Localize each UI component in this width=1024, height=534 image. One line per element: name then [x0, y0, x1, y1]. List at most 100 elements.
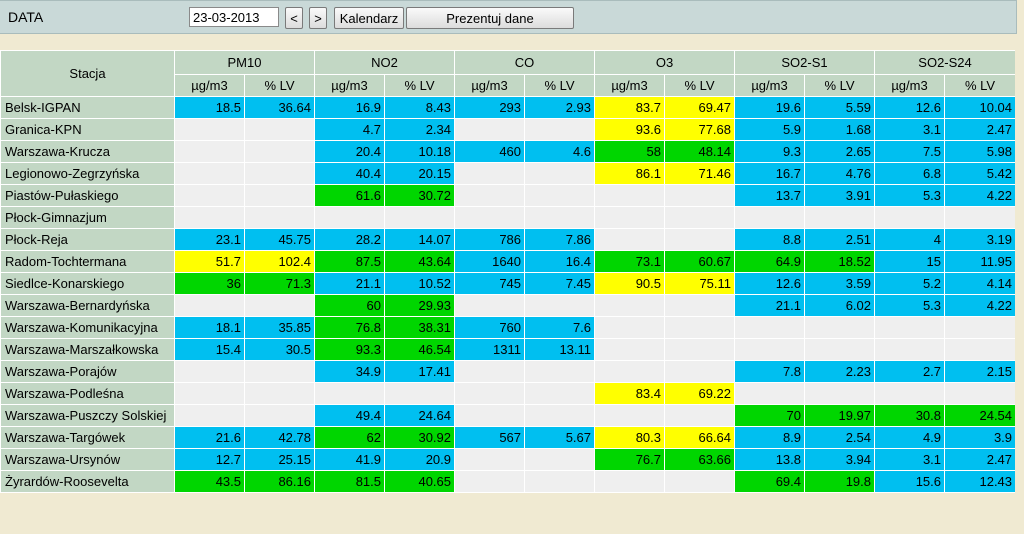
- concentration-cell: [454, 360, 526, 383]
- concentration-cell: 70: [734, 404, 806, 427]
- concentration-cell: 34.9: [314, 360, 385, 383]
- date-label: DATA: [8, 9, 44, 25]
- concentration-cell: 21.1: [314, 272, 385, 295]
- table-row: Żyrardów-Roosevelta 43.5 86.16 81.5 40.65 69.…: [0, 470, 1015, 493]
- percent-lv-cell: [524, 294, 596, 317]
- percent-lv-cell: 3.94: [804, 448, 876, 471]
- unit-header-concentration: µg/m3: [174, 74, 245, 97]
- percent-lv-cell: 2.93: [524, 96, 596, 119]
- concentration-cell: [594, 360, 666, 383]
- percent-lv-cell: [524, 404, 596, 427]
- percent-lv-cell: 5.59: [804, 96, 876, 119]
- unit-header-concentration: µg/m3: [594, 74, 666, 97]
- concentration-cell: 460: [454, 140, 526, 163]
- unit-header-percent-lv: % LV: [664, 74, 736, 97]
- concentration-cell: 7.5: [874, 140, 946, 163]
- present-data-button[interactable]: Prezentuj dane: [406, 7, 574, 29]
- percent-lv-cell: 19.97: [804, 404, 876, 427]
- next-day-button[interactable]: >: [309, 7, 327, 29]
- percent-lv-cell: [244, 140, 315, 163]
- measurements-table: Stacja PM10 NO2 CO O3 SO2-S1 SO2-S24 µg/m3% L…: [0, 50, 1015, 493]
- unit-header-percent-lv: % LV: [944, 74, 1015, 97]
- percent-lv-cell: 30.92: [383, 426, 456, 449]
- concentration-cell: 86.1: [594, 162, 666, 185]
- percent-lv-cell: [244, 382, 315, 405]
- percent-lv-cell: 2.23: [804, 360, 876, 383]
- percent-lv-cell: [804, 382, 876, 405]
- percent-lv-cell: [664, 228, 736, 251]
- concentration-cell: 18.1: [174, 316, 245, 339]
- station-name: Warszawa-Krucza: [0, 140, 175, 163]
- percent-lv-cell: [383, 382, 456, 405]
- concentration-cell: 16.7: [734, 162, 806, 185]
- percent-lv-cell: 3.9: [944, 426, 1015, 449]
- percent-lv-cell: 8.43: [383, 96, 456, 119]
- concentration-cell: 20.4: [314, 140, 385, 163]
- percent-lv-cell: 24.64: [383, 404, 456, 427]
- percent-lv-cell: 48.14: [664, 140, 736, 163]
- station-name: Płock-Reja: [0, 228, 175, 251]
- percent-lv-cell: 5.98: [944, 140, 1015, 163]
- concentration-cell: 76.7: [594, 448, 666, 471]
- percent-lv-cell: [664, 360, 736, 383]
- percent-lv-cell: 10.52: [383, 272, 456, 295]
- percent-lv-cell: 2.65: [804, 140, 876, 163]
- percent-lv-cell: 3.59: [804, 272, 876, 295]
- percent-lv-cell: [524, 382, 596, 405]
- concentration-cell: 49.4: [314, 404, 385, 427]
- concentration-cell: [874, 382, 946, 405]
- percent-lv-cell: 2.47: [944, 448, 1015, 471]
- date-input[interactable]: [189, 7, 279, 27]
- calendar-button[interactable]: Kalendarz: [334, 7, 404, 29]
- percent-lv-cell: [524, 162, 596, 185]
- station-column-header: Stacja: [0, 50, 175, 97]
- concentration-cell: 93.6: [594, 118, 666, 141]
- concentration-cell: 80.3: [594, 426, 666, 449]
- concentration-cell: 7.8: [734, 360, 806, 383]
- previous-day-button[interactable]: <: [285, 7, 303, 29]
- concentration-cell: 5.2: [874, 272, 946, 295]
- concentration-cell: 90.5: [594, 272, 666, 295]
- concentration-cell: 83.4: [594, 382, 666, 405]
- concentration-cell: [174, 404, 245, 427]
- concentration-cell: 1640: [454, 250, 526, 273]
- station-name: Warszawa-Puszczy Solskiej: [0, 404, 175, 427]
- percent-lv-cell: 77.68: [664, 118, 736, 141]
- percent-lv-cell: 3.91: [804, 184, 876, 207]
- unit-header-percent-lv: % LV: [804, 74, 876, 97]
- concentration-cell: 745: [454, 272, 526, 295]
- percent-lv-cell: 2.15: [944, 360, 1015, 383]
- concentration-cell: [594, 206, 666, 229]
- percent-lv-cell: [244, 206, 315, 229]
- concentration-cell: [174, 360, 245, 383]
- concentration-cell: [454, 162, 526, 185]
- table-row: Płock-Gimnazjum: [0, 206, 1015, 229]
- percent-lv-cell: 35.85: [244, 316, 315, 339]
- percent-lv-cell: 12.43: [944, 470, 1015, 493]
- percent-lv-cell: 4.22: [944, 294, 1015, 317]
- concentration-cell: [734, 206, 806, 229]
- concentration-cell: 62: [314, 426, 385, 449]
- station-name: Warszawa-Komunikacyjna: [0, 316, 175, 339]
- percent-lv-cell: 75.11: [664, 272, 736, 295]
- concentration-cell: [174, 162, 245, 185]
- pollutant-header: SO2-S24: [874, 50, 1015, 75]
- percent-lv-cell: [664, 404, 736, 427]
- concentration-cell: 43.5: [174, 470, 245, 493]
- percent-lv-cell: 2.34: [383, 118, 456, 141]
- station-name: Belsk-IGPAN: [0, 96, 175, 119]
- percent-lv-cell: 16.4: [524, 250, 596, 273]
- concentration-cell: [594, 294, 666, 317]
- percent-lv-cell: 2.51: [804, 228, 876, 251]
- concentration-cell: 5.3: [874, 294, 946, 317]
- concentration-cell: [174, 140, 245, 163]
- percent-lv-cell: 10.18: [383, 140, 456, 163]
- percent-lv-cell: 18.52: [804, 250, 876, 273]
- unit-header-concentration: µg/m3: [874, 74, 946, 97]
- percent-lv-cell: 30.5: [244, 338, 315, 361]
- percent-lv-cell: 17.41: [383, 360, 456, 383]
- percent-lv-cell: 36.64: [244, 96, 315, 119]
- concentration-cell: 3.1: [874, 118, 946, 141]
- concentration-cell: [874, 316, 946, 339]
- concentration-cell: 21.1: [734, 294, 806, 317]
